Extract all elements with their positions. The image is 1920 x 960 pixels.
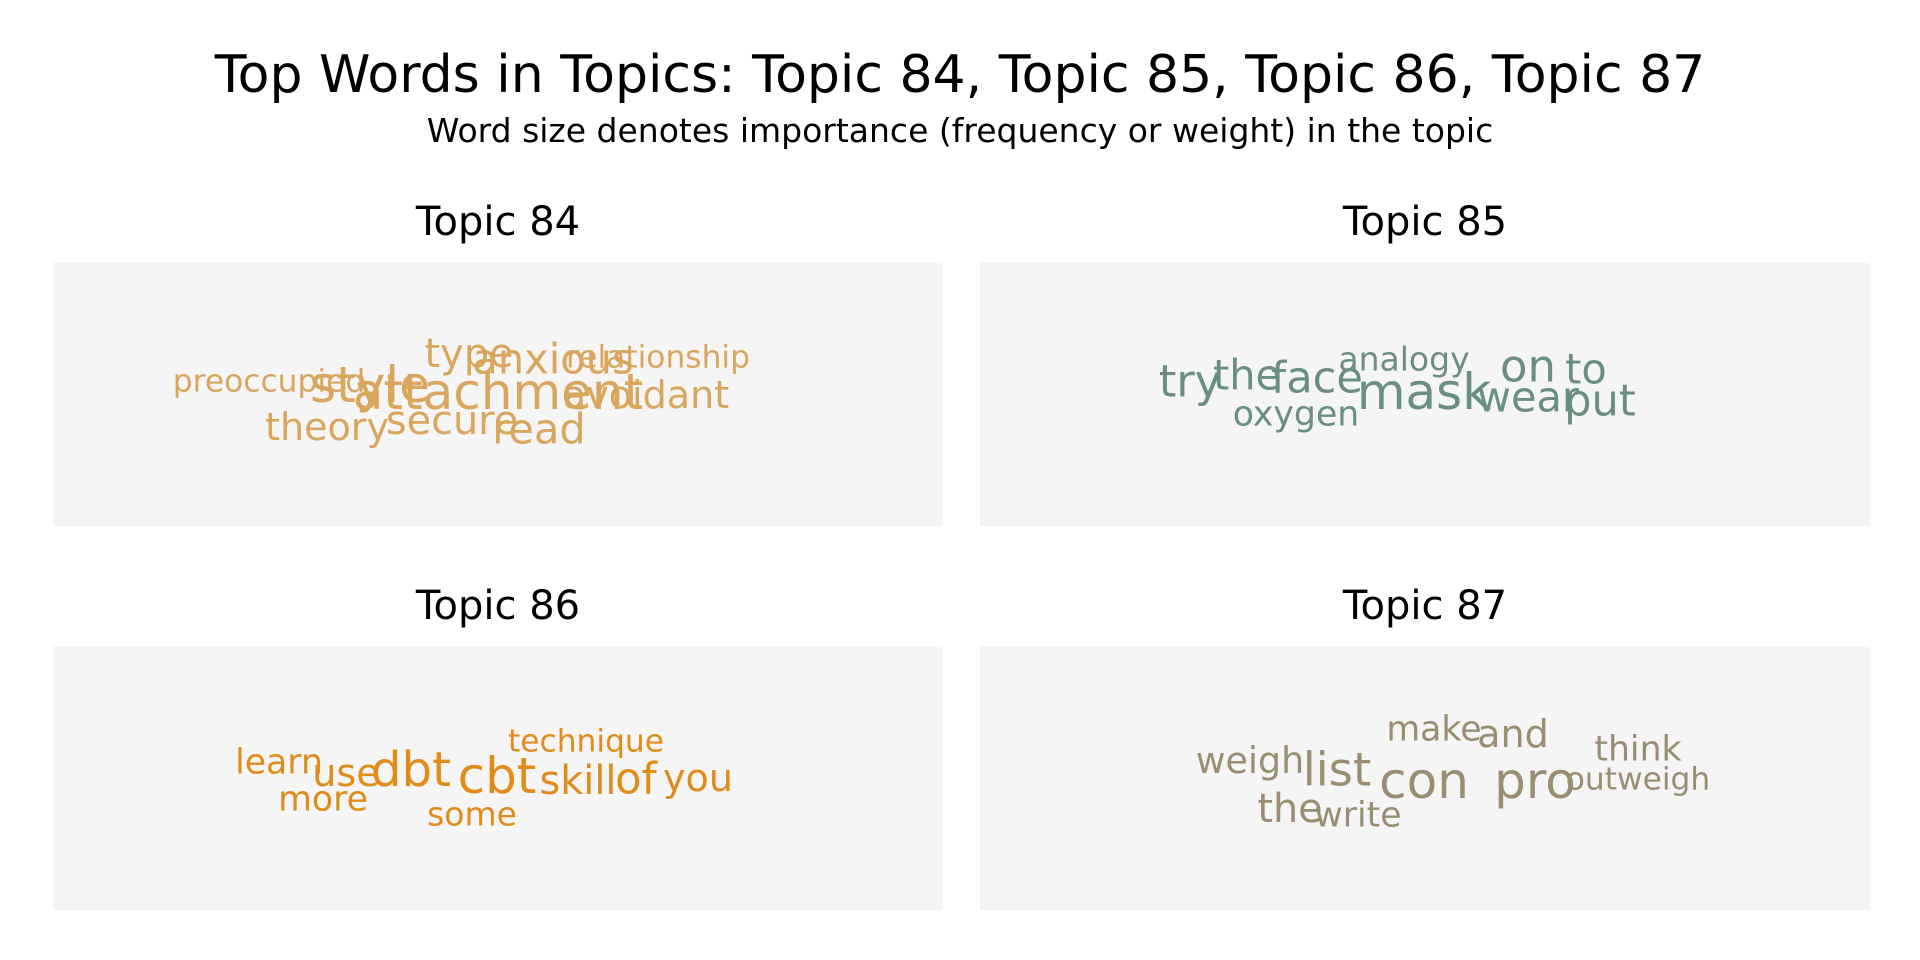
chart-title: Top Words in Topics: Topic 84, Topic 85,… [214, 45, 1706, 105]
word-outweigh: outweigh [1565, 761, 1711, 798]
word-make: make [1386, 709, 1482, 750]
word-relationship: relationship [566, 339, 750, 376]
word-the: the [1257, 786, 1323, 833]
wordcloud-panel-topic-86: cbt dbt of skill use you learn more some techniqu… [53, 646, 943, 910]
word-theory: theory [265, 404, 389, 449]
panel-title-topic-87: Topic 87 [1342, 583, 1508, 629]
word-wear: wear [1477, 372, 1579, 422]
panel-title-topic-86: Topic 86 [415, 583, 581, 629]
chart-subtitle: Word size denotes importance (frequency … [426, 111, 1494, 150]
word-preoccupied: preoccupied [172, 363, 366, 400]
word-write: write [1314, 795, 1402, 836]
word-and: and [1477, 711, 1549, 756]
wordcloud-panel-topic-85: mask on try face put the to wear oxygen analogy [980, 262, 1870, 526]
word-pro: pro [1494, 752, 1576, 810]
word-oxygen: oxygen [1232, 394, 1360, 435]
word-you: you [663, 755, 733, 800]
word-avoidant: avoidant [562, 372, 730, 417]
word-the: the [1212, 350, 1282, 400]
word-analogy: analogy [1338, 339, 1470, 379]
word-some: some [427, 794, 517, 834]
panel-title-topic-85: Topic 85 [1342, 199, 1508, 245]
wordcloud-panel-topic-84: attachment style anxious read type secure avoi… [53, 262, 943, 526]
word-learn: learn [235, 742, 323, 783]
panel-title-topic-84: Topic 84 [415, 199, 581, 245]
word-of: of [615, 754, 657, 805]
word-skill: skill [539, 758, 617, 805]
wordcloud-panel-topic-87: pro con list the and weigh write think make outwe… [980, 646, 1870, 910]
word-technique: technique [507, 723, 665, 760]
word-dbt: dbt [370, 741, 452, 798]
word-type: type [424, 331, 514, 378]
word-weigh: weigh [1195, 738, 1305, 782]
word-secure: secure [385, 398, 519, 445]
word-try: try [1158, 354, 1222, 408]
word-more: more [278, 779, 368, 820]
